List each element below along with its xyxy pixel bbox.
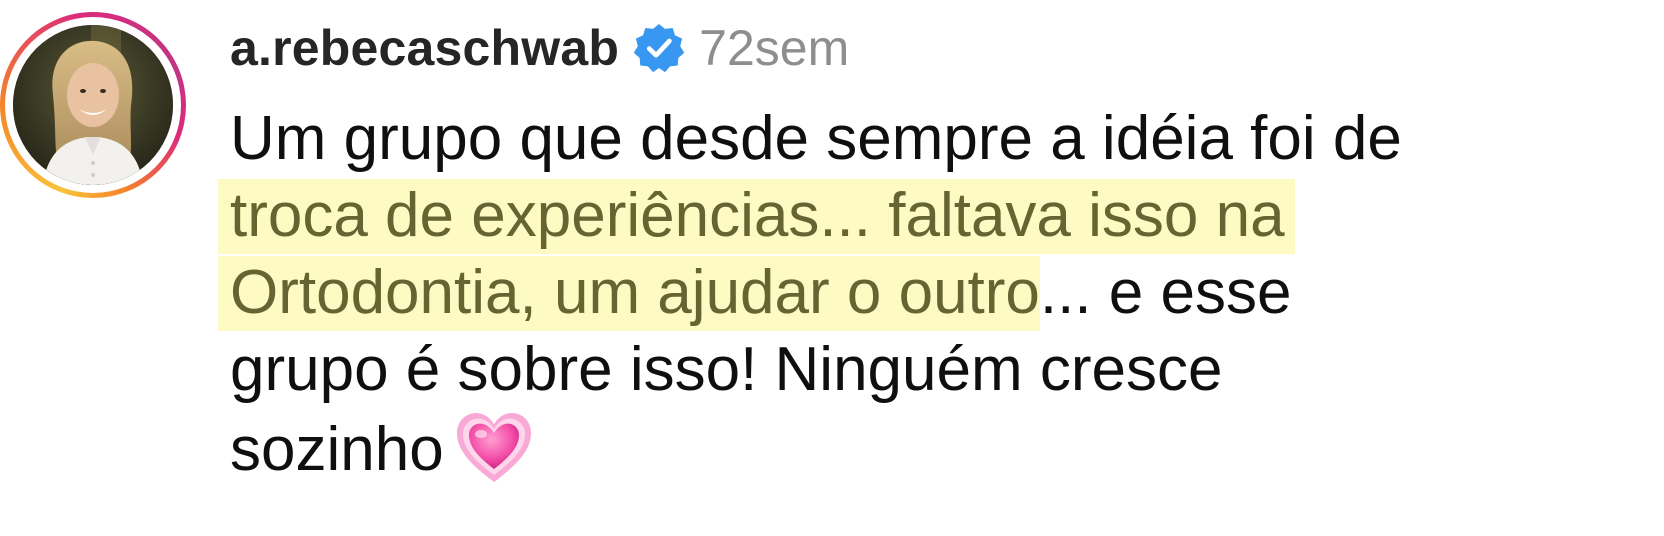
avatar[interactable] (0, 12, 186, 198)
comment-text-line: sozinho (230, 408, 1650, 485)
comment-text-line: troca de experiências... faltava isso na (218, 177, 1650, 254)
comment-text: Um grupo que desde sempre a idéia foi de… (218, 100, 1650, 485)
profile-photo-avatar (13, 25, 173, 185)
comment-text-line: grupo é sobre isso! Ninguém cresce (230, 335, 1223, 404)
comment-timestamp[interactable]: 72sem (699, 19, 849, 77)
comment-header: a.rebecaschwab 72sem (230, 16, 849, 80)
verified-badge-icon (633, 22, 685, 74)
highlighted-text: troca de experiências... faltava isso na (218, 179, 1295, 254)
comment-text-fragment: ... e esse (1039, 258, 1292, 327)
comment-text-line: Ortodontia, um ajudar o outro... e esse (218, 254, 1650, 331)
comment: a.rebecaschwab 72sem Um grupo que desde … (0, 0, 1664, 536)
highlighted-text: Ortodontia, um ajudar o outro (218, 256, 1040, 331)
username-link[interactable]: a.rebecaschwab (230, 19, 619, 77)
comment-text-line: Um grupo que desde sempre a idéia foi de (230, 104, 1402, 173)
comment-text-fragment: sozinho (230, 415, 444, 484)
growing-heart-icon (454, 408, 534, 488)
